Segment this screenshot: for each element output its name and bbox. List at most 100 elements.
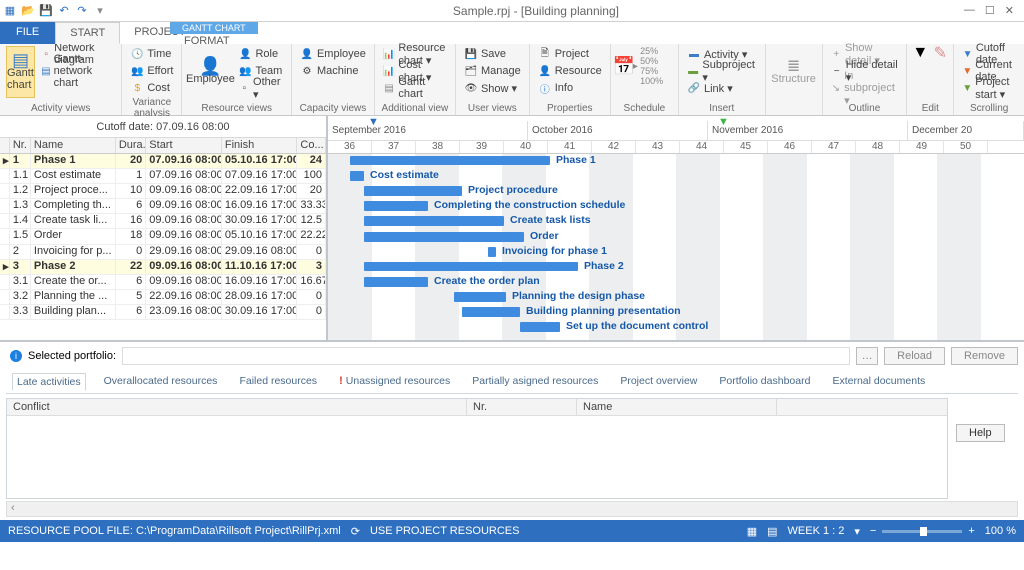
subtab[interactable]: Overallocated resources <box>100 373 222 391</box>
status-use: USE PROJECT RESOURCES <box>370 525 520 537</box>
project-button[interactable]: 🗎Project <box>536 46 604 62</box>
group-user-views: 💾Save 🗂Manage 👁Show ▾ User views <box>456 44 530 115</box>
view-icon-1[interactable]: ▦ <box>747 525 757 538</box>
gnet-icon: ▤ <box>41 64 50 78</box>
time-button[interactable]: 🕓Time <box>128 46 175 62</box>
table-header: Nr. Name Dura... Start Finish Co... <box>0 138 326 154</box>
reload-button[interactable]: Reload <box>884 347 945 365</box>
tab-file[interactable]: FILE <box>0 22 55 44</box>
other-button[interactable]: ▫Other ▾ <box>236 80 285 96</box>
collapse-icon[interactable]: ▾ <box>854 525 860 538</box>
gantt-bar[interactable] <box>364 186 462 196</box>
subtab[interactable]: Failed resources <box>235 373 321 391</box>
other-icon: ▫ <box>238 81 250 95</box>
gantt-bar[interactable] <box>454 292 506 302</box>
cap-employee-button[interactable]: 👤Employee <box>298 46 368 62</box>
gantt-icon: ▤ <box>14 53 28 67</box>
portfolio-input[interactable] <box>122 347 850 365</box>
gantt-bar[interactable] <box>364 277 428 287</box>
help-button[interactable]: Help <box>956 424 1005 442</box>
qat-dropdown-icon[interactable]: ▾ <box>92 3 108 19</box>
subtab[interactable]: Project overview <box>616 373 701 391</box>
gantt-bar-label: Invoicing for phase 1 <box>502 245 607 257</box>
table-row[interactable]: 1.2Project proce...1009.09.16 08:0022.09… <box>0 184 326 199</box>
gantt-bar[interactable] <box>364 262 578 271</box>
in-subproject-button[interactable]: ↘In subproject ▾ <box>829 80 901 96</box>
group-scrolling: ▼Cutoff date ▼Current date ▼Project star… <box>954 44 1024 115</box>
gantt-chart-button[interactable]: ▤ Gantt chart <box>6 46 35 98</box>
show-button[interactable]: 👁Show ▾ <box>462 80 523 96</box>
table-row[interactable]: ▸1Phase 12007.09.16 08:0005.10.16 17:002… <box>0 154 326 169</box>
open-icon[interactable]: 📂 <box>20 3 36 19</box>
table-row[interactable]: 1.3Completing th...609.09.16 08:0016.09.… <box>0 199 326 214</box>
resource-button[interactable]: 👤Resource <box>536 63 604 79</box>
undo-icon[interactable]: ↶ <box>56 3 72 19</box>
zoom-slider[interactable]: −+ <box>870 525 975 537</box>
show-detail-button[interactable]: +Show detail ▾ <box>829 46 901 62</box>
erase-icon[interactable]: ✎ <box>933 46 947 60</box>
table-row[interactable]: ▸3Phase 22209.09.16 08:0011.10.16 17:003 <box>0 260 326 275</box>
cap-machine-button[interactable]: ⚙Machine <box>298 63 368 79</box>
employee-big-button[interactable]: 👤 Employee <box>188 46 232 98</box>
gantt-network-button[interactable]: ▤Gantt-network chart <box>39 63 115 79</box>
structure-button[interactable]: ≣ Structure <box>772 46 816 98</box>
save-icon[interactable]: 💾 <box>38 3 54 19</box>
gantt-body[interactable]: Phase 1Cost estimateProject procedureCom… <box>328 154 1024 340</box>
gantt-bar[interactable] <box>350 156 550 165</box>
gantt-bar[interactable] <box>364 216 504 226</box>
info-button[interactable]: ⓘInfo <box>536 80 604 96</box>
employee-icon: 👤 <box>203 59 217 73</box>
ganttchart-button[interactable]: ▤Gantt chart <box>381 80 449 96</box>
group-outline: +Show detail ▾ −Hide detail ▾ ↘In subpro… <box>823 44 908 115</box>
reschart-icon: 📊 <box>383 47 395 61</box>
manage-button[interactable]: 🗂Manage <box>462 63 523 79</box>
table-row[interactable]: 2Invoicing for p...029.09.16 08:0029.09.… <box>0 245 326 260</box>
title-bar: ▦ 📂 💾 ↶ ↷ ▾ Sample.rpj - [Building plann… <box>0 0 1024 22</box>
task-table: Cutoff date: 07.09.16 08:00 Nr. Name Dur… <box>0 116 328 340</box>
view-icon-2[interactable]: ▤ <box>767 525 777 538</box>
subtab[interactable]: Partially asigned resources <box>468 373 602 391</box>
save-view-button[interactable]: 💾Save <box>462 46 523 62</box>
refresh-icon[interactable]: ⟳ <box>351 525 360 538</box>
minimize-button[interactable]: — <box>964 4 975 17</box>
gantt-bar[interactable] <box>462 307 520 317</box>
redo-icon[interactable]: ↷ <box>74 3 90 19</box>
table-row[interactable]: 3.2Planning the ...522.09.16 08:0028.09.… <box>0 290 326 305</box>
tab-start[interactable]: START <box>55 22 120 44</box>
table-row[interactable]: 3.3Building plan...623.09.16 08:0030.09.… <box>0 305 326 320</box>
subtab[interactable]: ! Unassigned resources <box>335 373 454 391</box>
gantt-bar[interactable] <box>350 171 364 181</box>
table-row[interactable]: 3.1Create the or...609.09.16 08:0016.09.… <box>0 275 326 290</box>
tab-format[interactable]: FORMAT <box>170 34 244 51</box>
gantt-bar[interactable] <box>364 232 524 242</box>
subtab[interactable]: External documents <box>828 373 929 391</box>
subtab[interactable]: Portfolio dashboard <box>715 373 814 391</box>
close-button[interactable]: ✕ <box>1005 4 1014 17</box>
role-button[interactable]: 👤Role <box>236 46 285 62</box>
table-row[interactable]: 1.1Cost estimate107.09.16 08:0007.09.16 … <box>0 169 326 184</box>
project-start-button[interactable]: ▼Project start ▾ <box>960 80 1018 96</box>
gantt-bar[interactable] <box>520 322 560 332</box>
filter-icon[interactable]: ▼ <box>913 46 927 60</box>
maximize-button[interactable]: ☐ <box>985 4 995 17</box>
table-row[interactable]: 1.4Create task li...1609.09.16 08:0030.0… <box>0 214 326 229</box>
portfolio-browse-button[interactable]: … <box>856 347 878 365</box>
status-week: WEEK 1 : 2 <box>788 525 845 537</box>
subtab[interactable]: Late activities <box>12 373 86 391</box>
manage-icon: 🗂 <box>464 64 478 78</box>
gantt-bar[interactable] <box>364 201 428 211</box>
table-row[interactable]: 1.5Order1809.09.16 08:0005.10.16 17:0022… <box>0 229 326 244</box>
subproj-icon: ▬ <box>687 64 699 78</box>
conflict-grid: Conflict Nr. Name <box>6 398 948 499</box>
group-resource-views: 👤 Employee 👤Role 👥Team ▫Other ▾ Resource… <box>182 44 292 115</box>
remove-button[interactable]: Remove <box>951 347 1018 365</box>
cost-button[interactable]: $Cost <box>128 80 175 96</box>
gantt-bar[interactable] <box>488 247 496 257</box>
group-properties: 🗎Project 👤Resource ⓘInfo Properties <box>530 44 611 115</box>
gantt-bar-label: Phase 1 <box>556 154 596 166</box>
effort-button[interactable]: 👥Effort <box>128 63 175 79</box>
link-button[interactable]: 🔗Link ▾ <box>685 80 759 96</box>
lower-scrollbar[interactable]: ‹ <box>6 501 1018 517</box>
clock-icon: 🕓 <box>130 47 144 61</box>
subproject-button[interactable]: ▬Subproject ▾ <box>685 63 759 79</box>
